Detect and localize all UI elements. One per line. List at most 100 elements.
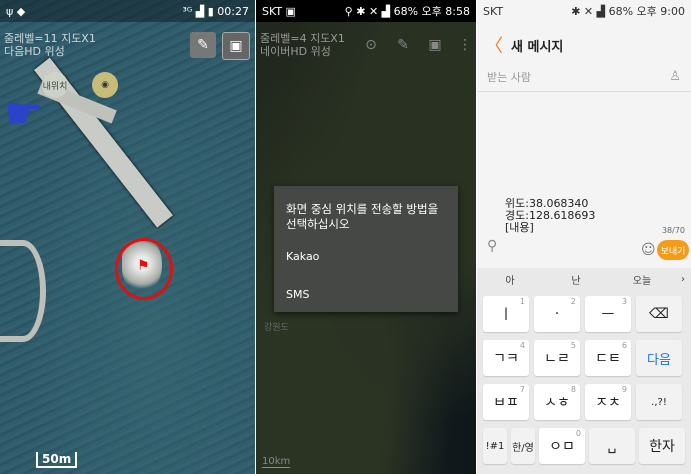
- status-bar: SKT ✱ ✕ ▟ 68% 오후 9:00: [477, 0, 691, 22]
- option-sms[interactable]: SMS: [286, 288, 309, 301]
- more-menu-icon[interactable]: ⋮: [452, 32, 476, 58]
- network-type: ³ᴳ: [182, 4, 193, 18]
- key-label: 다음: [647, 352, 671, 368]
- scale-bar: 10km: [262, 456, 291, 468]
- key-label: ㄷㅌ: [595, 351, 621, 367]
- key-label: ㅈㅊ: [595, 395, 621, 411]
- send-button[interactable]: 보내기: [657, 240, 689, 260]
- key-number: 9: [621, 385, 627, 394]
- back-icon[interactable]: 〈: [485, 32, 503, 58]
- app-header: 〈 새 메시지: [477, 30, 691, 60]
- status-right: ✱ ✕ ▟ 68% 오후 9:00: [571, 3, 685, 19]
- compass-icon[interactable]: ◉: [92, 72, 118, 98]
- keyboard-key[interactable]: .,?!: [636, 384, 682, 420]
- key-number: 1: [519, 297, 525, 306]
- recipient-placeholder: 받는 사람: [487, 70, 531, 84]
- chevron-right-icon[interactable]: ›: [675, 274, 691, 285]
- char-count: 38/70: [661, 226, 685, 235]
- page-title: 새 메시지: [511, 39, 564, 55]
- send-method-dialog: 화면 중심 위치를 전송할 방법을 선택하십시오 Kakao SMS: [274, 186, 458, 312]
- keyboard-key[interactable]: !#1: [483, 428, 507, 464]
- keyboard-key[interactable]: ㅇㅁ 0: [539, 428, 585, 464]
- carrier: SKT: [483, 4, 504, 18]
- my-location-marker[interactable]: 내위치: [42, 72, 68, 98]
- key-label: 한자: [649, 439, 675, 455]
- pencil-icon[interactable]: ✎: [390, 32, 416, 58]
- status-right: ³ᴳ ▟ ▮ 00:27: [183, 5, 250, 18]
- recipient-field[interactable]: 받는 사람 ♙: [477, 62, 691, 92]
- marker-label: 내위치: [42, 81, 68, 92]
- keyboard-key[interactable]: ㄱㅋ 4: [483, 340, 529, 376]
- keyboard-key[interactable]: 한자: [639, 428, 685, 464]
- key-label: ·: [554, 306, 560, 322]
- keyboard-key[interactable]: ␣: [589, 428, 635, 464]
- key-number: 7: [519, 385, 525, 394]
- keyboard-key[interactable]: ㄴㄹ 5: [534, 340, 580, 376]
- battery-clock: 68% 오후 9:00: [608, 5, 685, 18]
- keyboard-key[interactable]: ㅅㅎ 8: [534, 384, 580, 420]
- attach-icon[interactable]: ⚲: [487, 238, 497, 254]
- key-label: !#1: [485, 440, 505, 452]
- key-label: 한/영: [512, 442, 534, 454]
- emoji-icon[interactable]: ☺: [641, 242, 656, 258]
- battery-clock: 68% 오후 8:58: [393, 5, 470, 18]
- keyboard-key[interactable]: ㅂㅍ 7: [483, 384, 529, 420]
- keyboard-key[interactable]: · 2: [534, 296, 580, 332]
- map-type-info: 다음HD 위성: [4, 45, 65, 58]
- zoom-info: 줌레벨=4 지도X1: [260, 32, 345, 45]
- suggestion[interactable]: 난: [543, 272, 609, 287]
- signal-icon: ▟ ▮: [195, 4, 218, 18]
- option-kakao[interactable]: Kakao: [286, 250, 319, 263]
- suggestion[interactable]: 오늘: [609, 272, 675, 287]
- keyboard: 아 난 오늘 › ㅣ 1 · 2 ㅡ 3 ⌫ ㄱㅋ 4 ㄴㄹ 5 ㄷㅌ 6 다음 ㅂㅍ 7 ㅅㅎ 8 ㅈㅊ 9.,?!…: [477, 268, 691, 474]
- contact-icon[interactable]: ♙: [669, 69, 681, 84]
- key-label: ㅇㅁ: [549, 439, 575, 455]
- sms-compose-screen: SKT ✱ ✕ ▟ 68% 오후 9:00 〈 새 메시지 받는 사람 ♙ 위도…: [477, 0, 691, 474]
- keyboard-key[interactable]: ㅣ1: [483, 296, 529, 332]
- map-type-info: 네이버HD 위성: [260, 45, 331, 58]
- key-label: ㅅㅎ: [544, 395, 570, 411]
- key-label: ␣: [607, 438, 617, 454]
- scale-bar: 50m: [36, 452, 78, 468]
- chevron-down-icon[interactable]: ⊙: [358, 32, 384, 58]
- map-screen-dialog: 강원도 SKT ▣ ⚲ ✱ ✕ ▟ 68% 오후 8:58 줌레벨=4 지도X1…: [256, 0, 476, 474]
- key-number: 0: [575, 429, 581, 438]
- suggestion-bar: 아 난 오늘 ›: [477, 268, 691, 290]
- keyboard-key[interactable]: ⌫: [636, 296, 682, 332]
- status-icons: ✱ ✕ ▟: [571, 5, 609, 18]
- key-label: ⌫: [649, 306, 669, 322]
- key-label: ㅡ: [601, 307, 615, 323]
- keyboard-key[interactable]: ㅡ3: [585, 296, 631, 332]
- clock: 00:27: [217, 4, 249, 18]
- key-label: .,?!: [651, 396, 667, 408]
- suggestion[interactable]: 아: [477, 272, 543, 287]
- map-layer-icon[interactable]: ▣: [422, 32, 448, 58]
- key-number: 5: [570, 341, 576, 350]
- key-number: 8: [570, 385, 576, 394]
- pencil-icon[interactable]: ✎: [190, 32, 216, 58]
- keyboard-key[interactable]: 한/영: [511, 428, 535, 464]
- map-layer-icon[interactable]: ▣: [222, 32, 250, 60]
- breakwater: [0, 240, 46, 342]
- message-line: [내용]: [505, 221, 534, 234]
- status-icons: ⚲ ✱ ✕ ▟: [344, 5, 394, 18]
- status-right: ⚲ ✱ ✕ ▟ 68% 오후 8:58: [345, 3, 470, 19]
- dialog-title: 화면 중심 위치를 전송할 방법을 선택하십시오: [286, 202, 439, 231]
- key-number: 3: [621, 297, 627, 306]
- pointing-hand-icon: ☛: [4, 88, 44, 139]
- key-label: ㄱㅋ: [493, 351, 519, 367]
- map-screen-satellite: ⚑ 내위치 ◉ ☛ ψ ◆ ³ᴳ ▟ ▮ 00:27 줌레벨=11 지도X1 다…: [0, 0, 255, 474]
- keyboard-key[interactable]: ㄷㅌ 6: [585, 340, 631, 376]
- status-bar: SKT ▣ ⚲ ✱ ✕ ▟ 68% 오후 8:58: [256, 0, 476, 22]
- key-label: ㅂㅍ: [493, 395, 519, 411]
- status-bar: ψ ◆ ³ᴳ ▟ ▮ 00:27: [0, 0, 255, 22]
- key-number: 4: [519, 341, 525, 350]
- key-number: 6: [621, 341, 627, 350]
- key-label: ㅣ: [499, 307, 513, 323]
- keyboard-key[interactable]: ㅈㅊ 9: [585, 384, 631, 420]
- status-icons: ψ ◆: [6, 4, 26, 18]
- location-pin-icon: ⚑: [137, 258, 150, 274]
- key-number: 2: [570, 297, 576, 306]
- keyboard-key[interactable]: 다음: [636, 340, 682, 376]
- status-left: SKT ▣: [262, 4, 296, 18]
